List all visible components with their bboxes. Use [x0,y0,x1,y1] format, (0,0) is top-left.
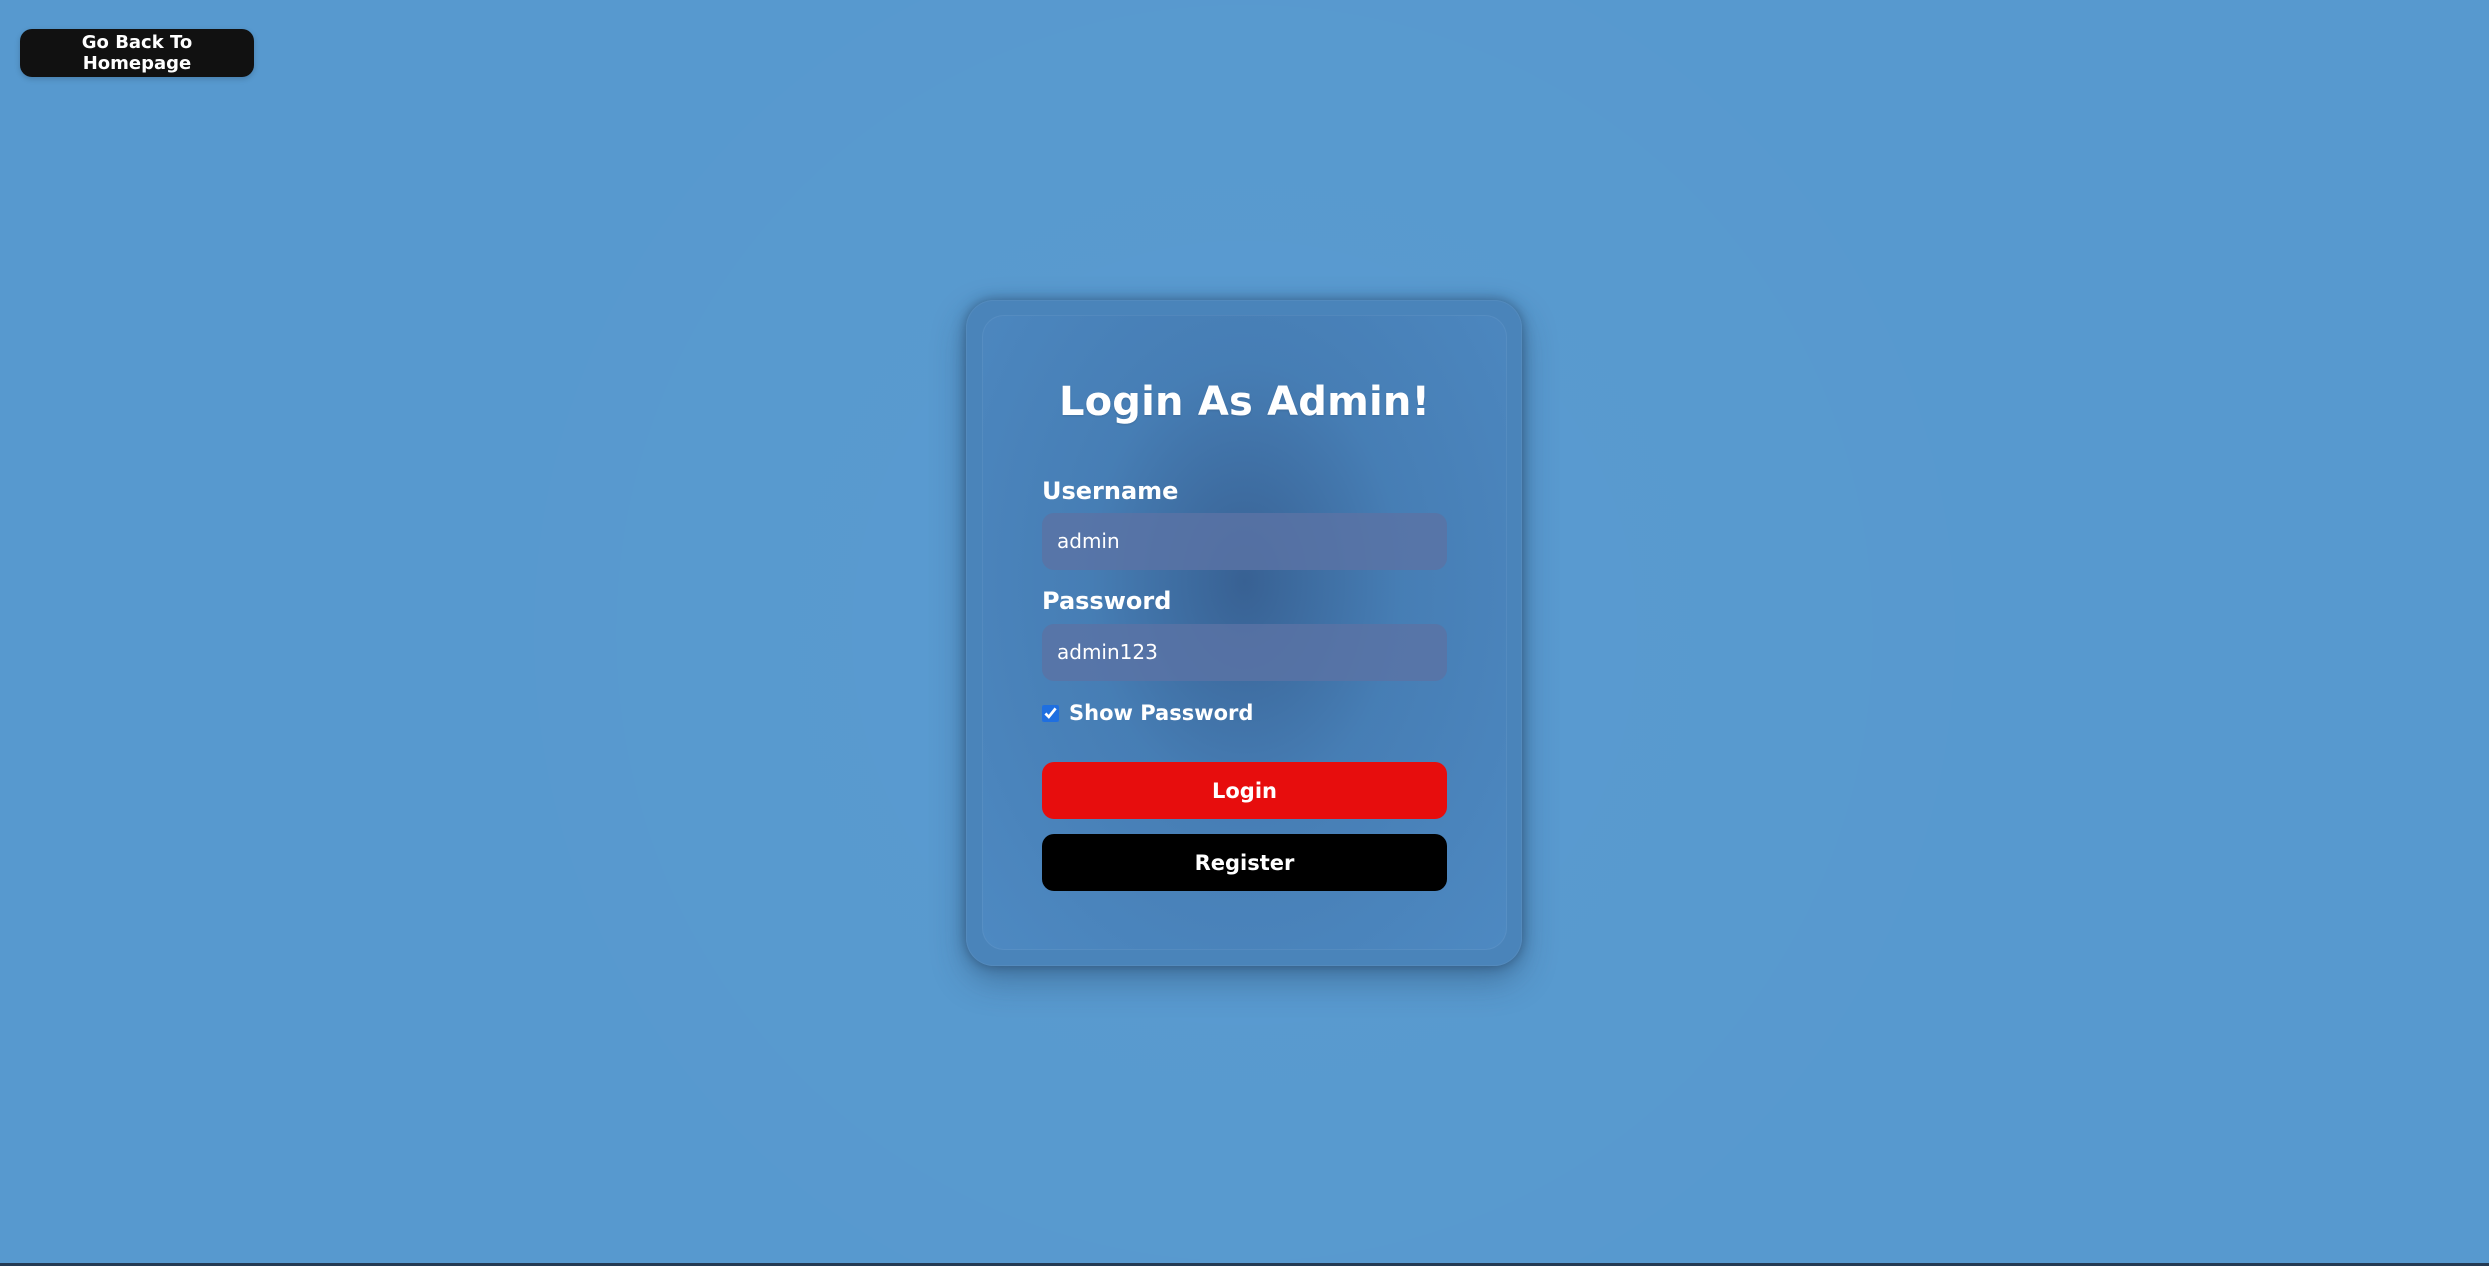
go-back-homepage-button[interactable]: Go Back To Homepage [20,29,254,77]
login-button[interactable]: Login [1042,762,1447,819]
show-password-checkbox[interactable] [1042,704,1059,722]
page-title: Login As Admin! [1058,379,1431,425]
register-button[interactable]: Register [1042,834,1447,891]
password-input[interactable] [1042,624,1447,681]
username-label: Username [1042,477,1179,505]
password-label: Password [1042,587,1172,615]
show-password-label[interactable]: Show Password [1069,700,1253,726]
username-input[interactable] [1042,513,1447,570]
show-password-control[interactable]: Show Password [1042,700,1262,726]
